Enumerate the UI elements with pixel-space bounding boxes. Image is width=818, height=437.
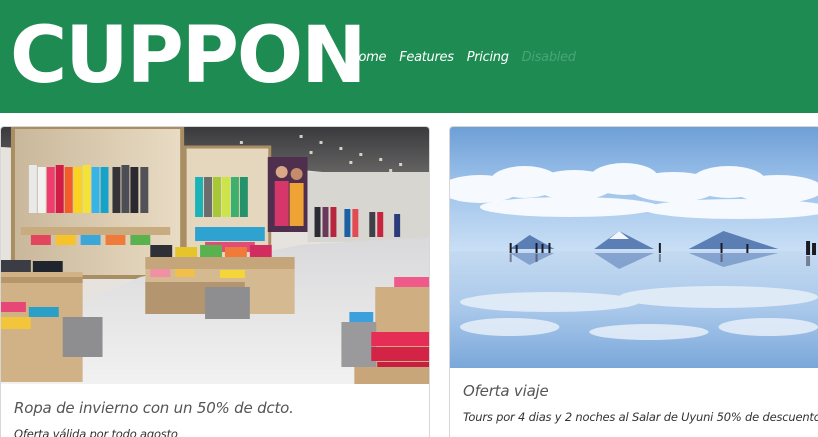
card-text: Oferta válida por todo agosto [14, 427, 178, 437]
nav-link-home[interactable]: Home [349, 50, 387, 65]
salt-flat-image [450, 127, 818, 368]
card-text: Tours por 4 dias y 2 noches al Salar de … [463, 410, 818, 424]
navbar: CUPPON Home Features Pricing Disabled [0, 0, 818, 113]
nav-link-features[interactable]: Features [399, 50, 454, 65]
brand-logo[interactable]: CUPPON [10, 12, 367, 100]
nav-link-disabled: Disabled [521, 49, 576, 65]
card-title: Ropa de invierno con un 50% de dcto. [14, 399, 294, 417]
offer-card-winter-clothes[interactable]: Ropa de invierno con un 50% de dcto. Ofe… [0, 126, 430, 437]
offer-card-travel[interactable]: Oferta viaje Tours por 4 dias y 2 noches… [449, 126, 818, 437]
card-title: Oferta viaje [463, 382, 549, 400]
clothing-store-image [1, 127, 429, 384]
nav-links: Home Features Pricing Disabled [349, 47, 589, 67]
nav-link-pricing[interactable]: Pricing [467, 50, 509, 65]
